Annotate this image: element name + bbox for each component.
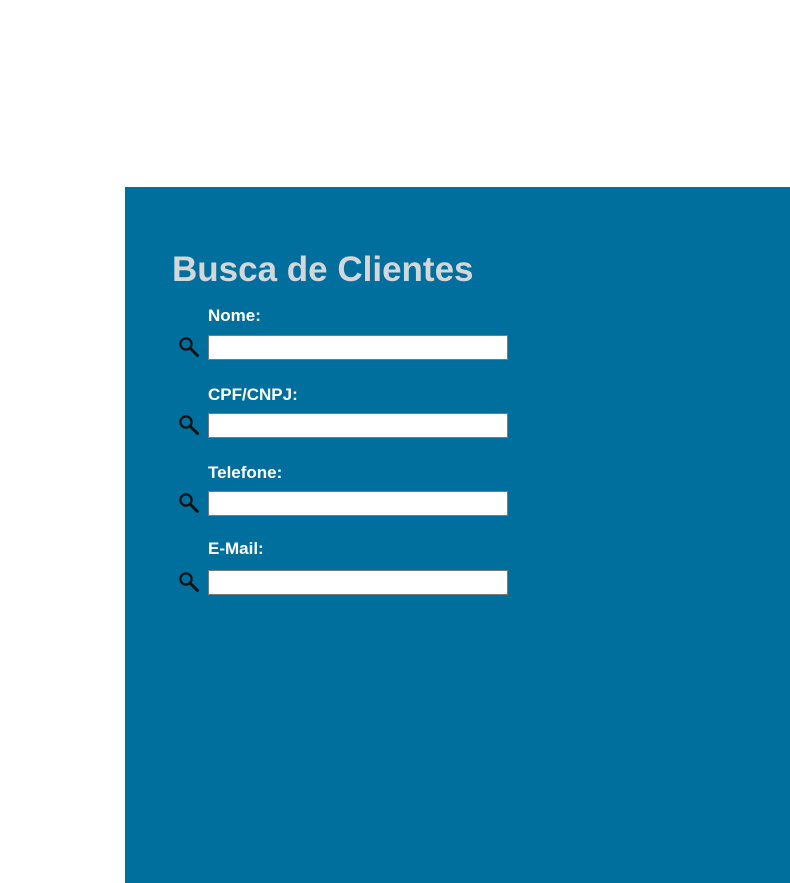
- phone-label: Telefone:: [208, 463, 283, 482]
- search-icon[interactable]: [178, 414, 200, 436]
- search-icon[interactable]: [178, 492, 200, 514]
- cpf-cnpj-input[interactable]: [208, 413, 508, 438]
- name-input[interactable]: [208, 335, 508, 360]
- search-icon[interactable]: [178, 336, 200, 358]
- cpf-cnpj-label: CPF/CNPJ:: [208, 385, 298, 404]
- search-icon[interactable]: [178, 571, 200, 593]
- name-label: Nome:: [208, 306, 261, 325]
- search-panel: [125, 187, 790, 883]
- phone-input[interactable]: [208, 491, 508, 516]
- page-title: Busca de Clientes: [172, 250, 474, 289]
- email-input[interactable]: [208, 570, 508, 595]
- email-label: E-Mail:: [208, 539, 264, 558]
